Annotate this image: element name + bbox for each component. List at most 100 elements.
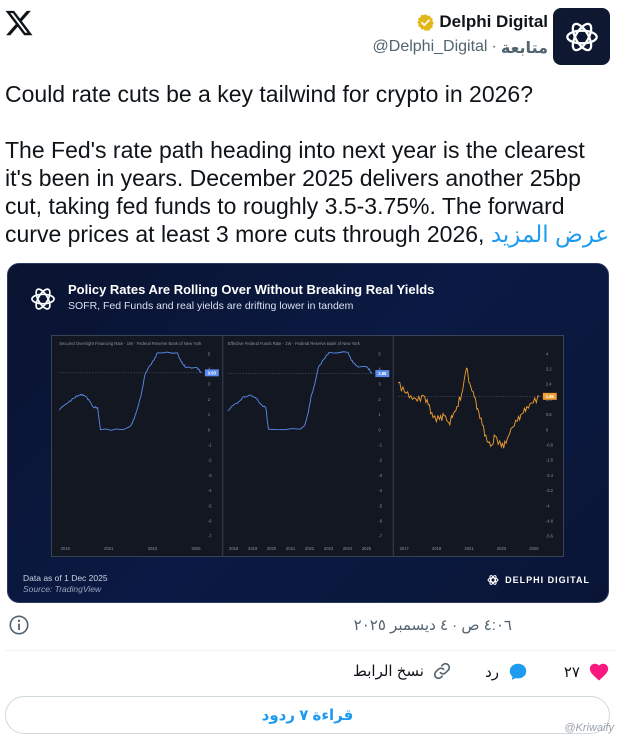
like-count: ٢٧ [563,664,580,681]
delphi-logo-icon [31,288,55,310]
follow-button[interactable]: متابعة [501,38,548,58]
y-tick-label: -5 [378,503,382,508]
y-tick-label: -4 [208,488,212,493]
x-tick-label: 2019 [432,546,442,551]
y-tick-label: 0.8 [546,412,552,417]
y-tick-label: -2 [378,458,382,463]
media-brand-label: DELPHI DIGITAL [505,575,590,585]
heart-icon [589,663,609,681]
series-line [398,367,540,449]
y-tick-label: 3 [378,382,381,387]
y-tick-label: -4 [546,503,550,508]
x-tick-label: 2025 [529,546,539,551]
tweet-paragraph-2: The Fed's rate path heading into next ye… [5,136,615,248]
y-tick-label: 5 [378,351,381,356]
y-tick-label: -4.8 [546,518,554,523]
reply-button[interactable]: رد [485,661,529,683]
y-tick-label: -4 [378,488,382,493]
tweet-timestamp[interactable]: ٤:٠٦ ص · ٤ ديسمبر ٢٠٢٥ [354,616,512,634]
info-icon[interactable] [8,614,30,636]
media-title: Policy Rates Are Rolling Over Without Br… [68,282,435,297]
chart-title: Effective Federal Funds Rate · 1W · Fede… [228,341,361,346]
reply-label: رد [485,664,499,681]
delphi-logo-icon [565,22,598,51]
last-value-label: 3.88 [378,371,387,376]
x-tick-label: 2023 [324,546,334,551]
y-tick-label: -6 [378,518,382,523]
action-row: ٢٧ رد نسخ الرابط [0,657,622,687]
y-tick-label: -3.2 [546,488,554,493]
like-button[interactable]: ٢٧ [564,661,610,683]
copy-link-button[interactable]: نسخ الرابط [353,661,452,681]
y-tick-label: -5 [208,503,212,508]
reply-bubble-icon [509,663,527,680]
media-note: Data as of 1 Dec 2025 Source: TradingVie… [23,573,108,595]
x-tick-label: 2022 [305,546,315,551]
handle-separator: · [491,38,497,55]
y-tick-label: 0 [378,427,381,432]
y-tick-label: -1 [378,442,382,447]
verified-badge-icon [417,13,435,31]
x-tick-label: 2018 [61,546,71,551]
y-tick-label: 0 [208,427,211,432]
y-tick-label: 1 [378,412,381,417]
series-line [58,351,202,431]
author-handle-row: @Delphi_Digital · متابعة [373,38,548,58]
read-replies-button[interactable]: قراءة ٧ ردود [5,696,610,734]
y-tick-label: -5.6 [546,534,554,539]
y-tick-label: 2 [378,397,381,402]
x-tick-label: 2025 [362,546,372,551]
y-tick-label: -7 [208,534,212,539]
x-tick-label: 2019 [248,546,258,551]
y-tick-label: 2.4 [546,382,552,387]
x-tick-label: 2021 [286,546,296,551]
divider [5,650,615,651]
series-line [227,351,373,431]
media-brand: DELPHI DIGITAL [486,573,590,587]
x-tick-label: 2026 [191,546,201,551]
y-tick-label: -3 [208,473,212,478]
x-tick-label: 2017 [399,546,409,551]
tweet-paragraph-1: Could rate cuts be a key tailwind for cr… [5,81,534,107]
x-tick-label: 2024 [343,546,353,551]
link-icon [433,662,451,680]
x-tick-label: 2023 [497,546,507,551]
chart-title: Secured Overnight Financing Rate · 1W · … [59,341,202,346]
y-tick-label: 3.2 [546,367,552,372]
author-handle[interactable]: @Delphi_Digital [373,38,488,58]
y-tick-label: -1 [208,442,212,447]
last-value-label: 1.86 [546,394,555,399]
y-tick-label: -1.6 [546,458,554,463]
x-tick-label: 2020 [267,546,277,551]
y-tick-label: 5 [208,351,211,356]
data-source-note: Source: TradingView [23,584,102,594]
x-tick-label: 2018 [229,546,239,551]
x-logo-icon[interactable] [4,8,34,38]
watermark: @Kriwaify [564,722,614,734]
y-tick-label: -7 [378,534,382,539]
y-tick-label: 4 [546,351,549,356]
x-tick-label: 2021 [464,546,474,551]
tweet-text: Could rate cuts be a key tailwind for cr… [5,80,615,276]
last-value-label: 3.93 [208,370,217,375]
delphi-logo-icon [487,575,499,585]
copy-link-label: نسخ الرابط [352,663,424,680]
author-display-name[interactable]: Delphi Digital [439,12,548,32]
y-tick-label: 3 [208,382,211,387]
media-subtitle: SOFR, Fed Funds and real yields are drif… [68,300,354,312]
y-tick-label: -0.8 [546,442,554,447]
y-tick-label: -3 [378,473,382,478]
data-date-note: Data as of 1 Dec 2025 [23,573,108,583]
y-tick-label: 1 [208,412,211,417]
avatar[interactable] [553,8,610,65]
y-tick-label: -2 [208,458,212,463]
tweet-media-image[interactable]: Policy Rates Are Rolling Over Without Br… [7,263,609,603]
x-tick-label: 2021 [104,546,114,551]
y-tick-label: 2 [208,397,211,402]
y-tick-label: -6 [208,518,212,523]
y-tick-label: -2.4 [546,473,554,478]
x-tick-label: 2023 [148,546,158,551]
author-name-row[interactable]: Delphi Digital [416,12,548,32]
show-more-link[interactable]: عرض المزيد [491,221,609,247]
charts-panel: Secured Overnight Financing Rate · 1W · … [51,335,564,557]
